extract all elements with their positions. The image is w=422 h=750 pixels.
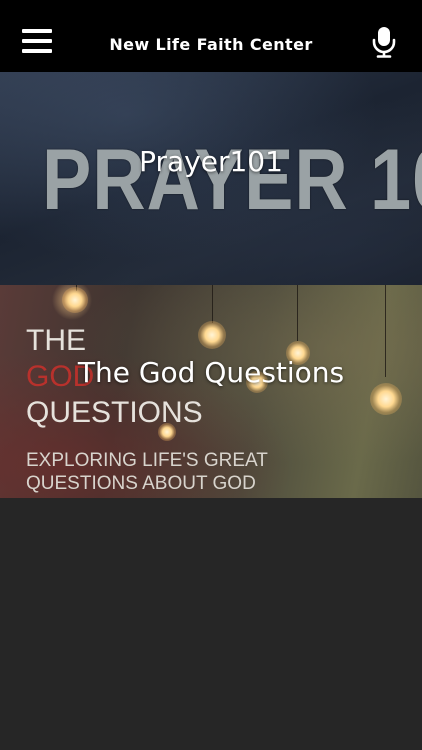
app-title: New Life Faith Center [109,35,313,54]
tile-the-god-questions[interactable]: THE GOD QUESTIONS EXPLORING LIFE'S GREAT… [0,285,422,498]
tile-prayer-101[interactable]: PRAYER 101 Prayer101 [0,72,422,285]
app-screen: New Life Faith Center PRAYER 101 Prayer1… [0,0,422,750]
top-bar: New Life Faith Center [0,0,422,72]
god-questions-poster-art: THE GOD QUESTIONS EXPLORING LIFE'S GREAT… [26,324,268,494]
tile-label-prayer-101: Prayer101 [139,145,283,178]
microphone-icon[interactable] [370,26,398,58]
tile-label-the-god-questions: The God Questions [77,356,345,389]
light-bulb-decoration [62,287,88,313]
